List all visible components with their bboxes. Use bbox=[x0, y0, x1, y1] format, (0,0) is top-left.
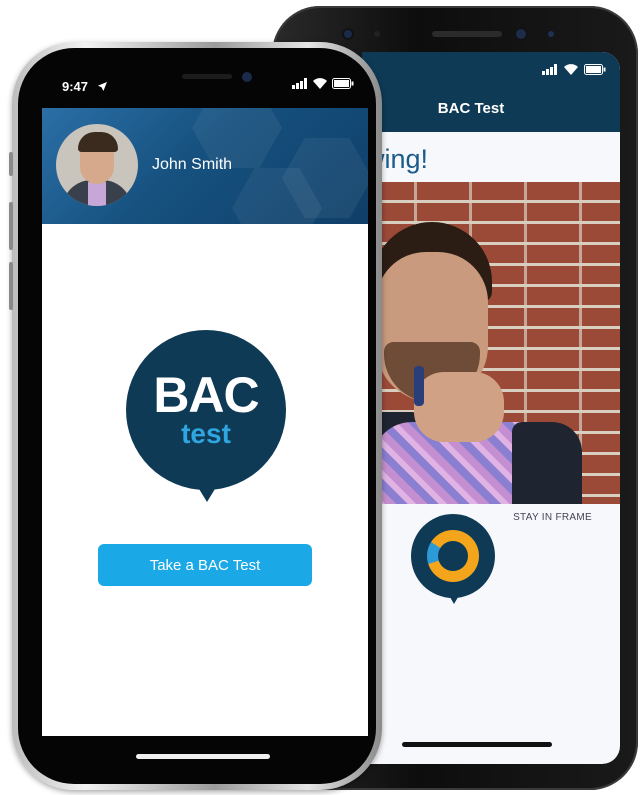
iris-scanner-icon bbox=[514, 27, 528, 41]
app-header: BAC Test bbox=[362, 52, 620, 132]
front-camera-icon bbox=[342, 28, 354, 40]
battery-icon bbox=[332, 78, 354, 89]
avatar-shirt bbox=[88, 182, 106, 206]
take-bac-test-button[interactable]: Take a BAC Test bbox=[98, 544, 312, 586]
avatar[interactable] bbox=[56, 124, 138, 206]
front-sensors bbox=[342, 22, 602, 46]
mute-switch bbox=[9, 152, 13, 176]
signal-icon bbox=[542, 64, 557, 75]
wifi-icon bbox=[313, 78, 327, 89]
hand bbox=[414, 372, 504, 442]
android-screen: BAC Test owing! STAY IN FRAME bbox=[362, 52, 620, 764]
bac-test-logo: BAC test bbox=[126, 330, 286, 502]
logo-bac-text: BAC bbox=[153, 367, 259, 423]
iphone: 9:47 John Smith BAC test Take a BAC Test bbox=[9, 42, 382, 790]
breathalyzer-device bbox=[414, 366, 424, 406]
iphone-screen: John Smith BAC test Take a BAC Test bbox=[42, 108, 368, 736]
home-indicator[interactable] bbox=[136, 754, 270, 759]
camera-preview bbox=[362, 182, 620, 504]
app-title: BAC Test bbox=[437, 100, 505, 117]
status-time: 9:47 bbox=[62, 79, 89, 94]
location-arrow-icon bbox=[98, 82, 107, 91]
progress-pin bbox=[411, 514, 495, 604]
logo-test-text: test bbox=[181, 418, 231, 449]
stay-in-frame-label: STAY IN FRAME bbox=[513, 512, 592, 523]
user-name: John Smith bbox=[152, 156, 233, 173]
status-bar: 9:47 bbox=[42, 76, 368, 100]
profile-header[interactable]: John Smith bbox=[42, 108, 368, 224]
status-icons bbox=[292, 78, 354, 89]
avatar-hair bbox=[78, 132, 118, 152]
vest-right bbox=[512, 422, 582, 504]
earpiece-speaker bbox=[432, 31, 502, 37]
wifi-icon bbox=[564, 64, 578, 75]
status-bar bbox=[542, 64, 606, 75]
progress-ring-icon bbox=[427, 530, 479, 582]
sensor-dot bbox=[374, 31, 380, 37]
iphone-bezel: 9:47 John Smith BAC test Take a BAC Test bbox=[18, 48, 376, 784]
sensor-dot bbox=[548, 31, 554, 37]
signal-icon bbox=[292, 78, 307, 89]
battery-icon bbox=[584, 64, 606, 75]
volume-down-button bbox=[9, 262, 13, 310]
home-indicator[interactable] bbox=[402, 742, 552, 747]
volume-up-button bbox=[9, 202, 13, 250]
